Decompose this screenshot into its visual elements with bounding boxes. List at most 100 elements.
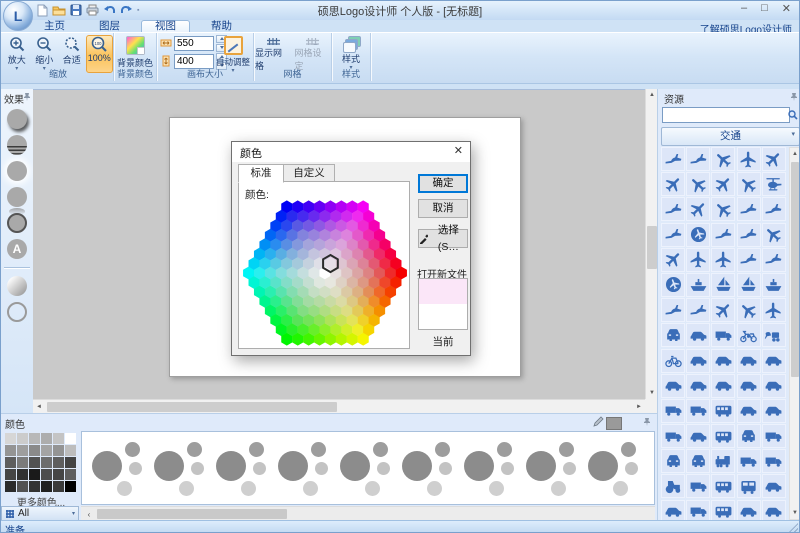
minimize-button[interactable]: – (741, 2, 747, 15)
gray-swatch[interactable] (41, 481, 52, 492)
resource-truck-icon[interactable] (737, 449, 761, 473)
resource-truck-icon[interactable] (686, 399, 710, 423)
resource-plane-icon[interactable] (686, 248, 710, 272)
resource-car-icon[interactable] (737, 374, 761, 398)
close-button[interactable]: ✕ (782, 2, 791, 15)
scroll-thumb[interactable] (47, 402, 337, 412)
gray-swatch[interactable] (65, 469, 76, 480)
resource-tractor-icon[interactable] (661, 474, 685, 498)
gray-swatch[interactable] (53, 469, 64, 480)
gray-swatch[interactable] (53, 481, 64, 492)
gray-swatch[interactable] (29, 457, 40, 468)
resource-car-icon[interactable] (661, 500, 685, 520)
resource-truck-icon[interactable] (686, 500, 710, 520)
color-scheme-item[interactable] (216, 438, 278, 500)
resource-jet-icon[interactable] (711, 298, 735, 322)
resource-planeside-icon[interactable] (661, 298, 685, 322)
gray-swatch[interactable] (29, 433, 40, 444)
resource-planeside-icon[interactable] (762, 197, 786, 221)
resource-car-icon[interactable] (711, 349, 735, 373)
scroll-thumb[interactable] (647, 226, 657, 269)
resource-bike-icon[interactable] (661, 349, 685, 373)
scroll-down-icon[interactable]: ▼ (789, 507, 800, 519)
standard-color-honeycomb[interactable] (240, 200, 410, 346)
tab-layers[interactable]: 图层 (86, 20, 133, 32)
effect-reflection-button[interactable] (7, 187, 27, 207)
resource-carfront-icon[interactable] (661, 323, 685, 347)
resource-planeside-icon[interactable] (661, 197, 685, 221)
color-scheme-item[interactable] (526, 438, 588, 500)
resource-globe-icon[interactable] (661, 273, 685, 297)
gray-swatch[interactable] (65, 457, 76, 468)
resource-ship-icon[interactable] (686, 273, 710, 297)
pick-color-button[interactable]: 选择(S… (418, 229, 468, 248)
resource-car-icon[interactable] (737, 500, 761, 520)
ok-button[interactable]: 确定 (418, 174, 468, 193)
resource-truck-icon[interactable] (762, 449, 786, 473)
scroll-left-icon[interactable]: ◄ (33, 400, 45, 412)
pencil-icon[interactable] (593, 416, 604, 427)
resource-car-icon[interactable] (686, 374, 710, 398)
gray-swatch[interactable] (5, 445, 16, 456)
resource-jet2-icon[interactable] (737, 298, 761, 322)
effect-ring-button[interactable] (7, 302, 27, 322)
resource-planeside-icon[interactable] (711, 223, 735, 247)
gray-swatch[interactable] (41, 469, 52, 480)
resource-sail-icon[interactable] (737, 273, 761, 297)
gray-swatch[interactable] (29, 481, 40, 492)
effect-gradient-button[interactable] (7, 276, 27, 296)
resource-jet2-icon[interactable] (737, 172, 761, 196)
search-input[interactable] (662, 107, 790, 123)
resources-scrollbar[interactable]: ▲ ▼ (789, 147, 800, 520)
resource-planeside-icon[interactable] (686, 298, 710, 322)
resource-jet2-icon[interactable] (762, 223, 786, 247)
maximize-button[interactable]: □ (761, 2, 768, 15)
resource-planeside-icon[interactable] (661, 223, 685, 247)
scroll-right-icon[interactable]: ► (633, 400, 645, 412)
resource-ship-icon[interactable] (762, 273, 786, 297)
resource-car-icon[interactable] (762, 399, 786, 423)
search-button[interactable] (787, 107, 799, 123)
resource-train-icon[interactable] (711, 449, 735, 473)
resource-plane-icon[interactable] (762, 298, 786, 322)
resource-carfront-icon[interactable] (737, 424, 761, 448)
color-scheme-item[interactable] (278, 438, 340, 500)
gray-swatch[interactable] (5, 469, 16, 480)
resource-car-icon[interactable] (661, 374, 685, 398)
gray-swatch[interactable] (29, 445, 40, 456)
resource-planeside-icon[interactable] (737, 248, 761, 272)
resource-jet-icon[interactable] (661, 172, 685, 196)
gray-swatch[interactable] (5, 457, 16, 468)
resource-truck-icon[interactable] (661, 399, 685, 423)
resource-truck-icon[interactable] (711, 323, 735, 347)
tab-help[interactable]: 帮助 (198, 20, 245, 32)
color-scheme-item[interactable] (588, 438, 650, 500)
resource-truck-icon[interactable] (686, 474, 710, 498)
resource-planeside-icon[interactable] (762, 248, 786, 272)
resource-carfront-icon[interactable] (661, 449, 685, 473)
pin-icon[interactable] (23, 92, 31, 101)
scroll-left-icon[interactable]: ‹ (83, 507, 95, 519)
redo-icon[interactable] (120, 5, 133, 16)
dialog-tab-custom[interactable]: 自定义 (283, 164, 335, 182)
effect-shadow-button[interactable] (7, 109, 27, 129)
color-scheme-item[interactable] (92, 438, 154, 500)
gray-swatch[interactable] (5, 433, 16, 444)
gray-swatch[interactable] (17, 457, 28, 468)
resource-moto-icon[interactable] (737, 323, 761, 347)
resource-car-icon[interactable] (686, 349, 710, 373)
gray-swatch[interactable] (17, 481, 28, 492)
resource-car-icon[interactable] (686, 424, 710, 448)
canvas-width-input[interactable] (174, 36, 214, 51)
resource-sail-icon[interactable] (711, 273, 735, 297)
undo-icon[interactable] (103, 5, 116, 16)
resource-car-icon[interactable] (737, 399, 761, 423)
resource-plane-icon[interactable] (711, 248, 735, 272)
resource-heli-icon[interactable] (762, 172, 786, 196)
resource-car-icon[interactable] (711, 374, 735, 398)
resource-planeside-icon[interactable] (686, 147, 710, 171)
resource-minibus-icon[interactable] (711, 399, 735, 423)
print-icon[interactable] (86, 4, 99, 16)
resource-minibus-icon[interactable] (711, 424, 735, 448)
gray-swatch[interactable] (17, 445, 28, 456)
